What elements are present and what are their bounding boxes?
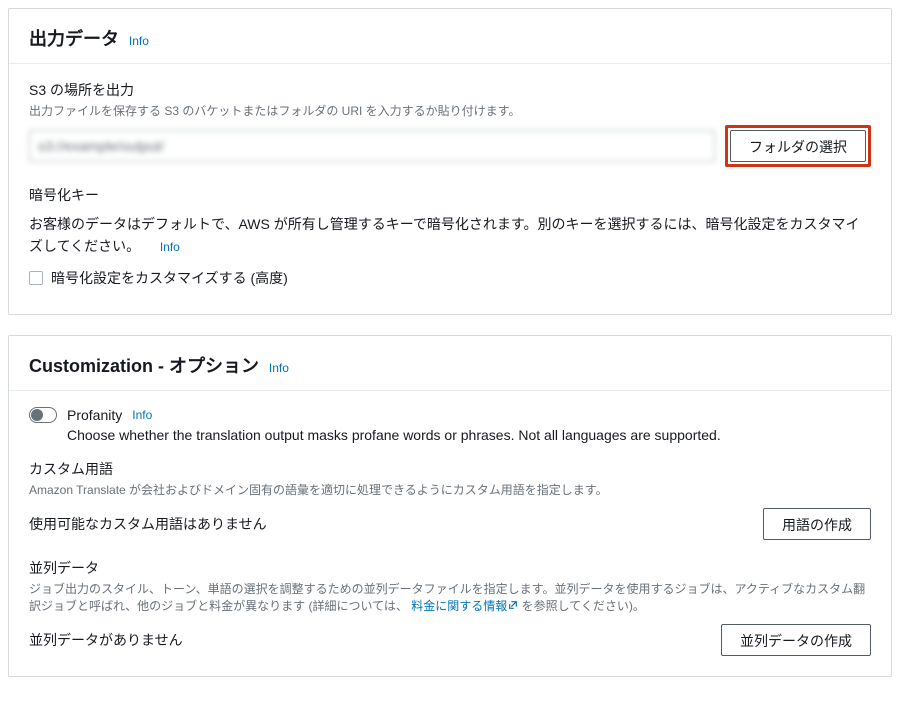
customization-info-link[interactable]: Info <box>269 361 289 375</box>
custom-terms-label: カスタム用語 <box>29 459 871 479</box>
parallel-data-row: 並列データがありません 並列データの作成 <box>29 624 871 656</box>
parallel-hint-post: を参照してください)。 <box>522 599 645 613</box>
encryption-info-link[interactable]: Info <box>160 240 180 254</box>
s3-location-field: S3 の場所を出力 出力ファイルを保存する S3 のバケットまたはフォルダの U… <box>29 80 871 167</box>
s3-uri-input[interactable] <box>29 130 715 162</box>
customization-panel: Customization - オプション Info Profanity Inf… <box>8 335 892 677</box>
profanity-toggle[interactable] <box>29 407 57 423</box>
s3-label: S3 の場所を出力 <box>29 80 871 100</box>
pricing-info-link[interactable]: 料金に関する情報 <box>411 599 521 613</box>
encryption-checkbox-label: 暗号化設定をカスタマイズする (高度) <box>51 268 288 288</box>
encryption-label: 暗号化キー <box>29 185 871 205</box>
s3-hint: 出力ファイルを保存する S3 のバケットまたはフォルダの URI を入力するか貼… <box>29 102 871 119</box>
custom-terms-empty: 使用可能なカスタム用語はありません <box>29 510 267 538</box>
encryption-desc: お客様のデータはデフォルトで、AWS が所有し管理するキーで暗号化されます。別の… <box>29 213 871 258</box>
output-info-link[interactable]: Info <box>129 34 149 48</box>
pricing-info-link-text: 料金に関する情報 <box>411 599 507 613</box>
parallel-data-label: 並列データ <box>29 558 871 578</box>
profanity-description: Choose whether the translation output ma… <box>67 427 871 443</box>
encryption-desc-text: お客様のデータはデフォルトで、AWS が所有し管理するキーで暗号化されます。別の… <box>29 216 859 254</box>
external-link-icon <box>508 599 518 609</box>
create-terms-button[interactable]: 用語の作成 <box>763 508 871 540</box>
customization-panel-body: Profanity Info Choose whether the transl… <box>9 391 891 676</box>
parallel-data-empty: 並列データがありません <box>29 626 183 654</box>
custom-terms-hint: Amazon Translate が会社およびドメイン固有の語彙を適切に処理でき… <box>29 481 871 498</box>
profanity-info-link[interactable]: Info <box>132 408 152 422</box>
customization-panel-header: Customization - オプション Info <box>9 336 891 391</box>
profanity-toggle-row: Profanity Info <box>29 407 871 423</box>
output-title: 出力データ <box>29 29 119 49</box>
output-data-panel: 出力データ Info S3 の場所を出力 出力ファイルを保存する S3 のバケッ… <box>8 8 892 315</box>
output-panel-body: S3 の場所を出力 出力ファイルを保存する S3 のバケットまたはフォルダの U… <box>9 64 891 314</box>
select-folder-button[interactable]: フォルダの選択 <box>730 130 866 162</box>
encryption-customize-checkbox[interactable] <box>29 271 43 285</box>
output-panel-header: 出力データ Info <box>9 9 891 64</box>
parallel-data-hint: ジョブ出力のスタイル、トーン、単語の選択を調整するための並列データファイルを指定… <box>29 580 871 614</box>
profanity-label: Profanity <box>67 407 122 423</box>
parallel-data-field: 並列データ ジョブ出力のスタイル、トーン、単語の選択を調整するための並列データフ… <box>29 558 871 656</box>
customization-title: Customization - オプション <box>29 356 259 376</box>
select-folder-highlight: フォルダの選択 <box>725 125 871 167</box>
custom-terms-field: カスタム用語 Amazon Translate が会社およびドメイン固有の語彙を… <box>29 459 871 540</box>
encryption-checkbox-row: 暗号化設定をカスタマイズする (高度) <box>29 268 871 288</box>
custom-terms-row: 使用可能なカスタム用語はありません 用語の作成 <box>29 508 871 540</box>
create-parallel-data-button[interactable]: 並列データの作成 <box>721 624 871 656</box>
s3-input-row: フォルダの選択 <box>29 125 871 167</box>
encryption-field: 暗号化キー お客様のデータはデフォルトで、AWS が所有し管理するキーで暗号化さ… <box>29 185 871 288</box>
